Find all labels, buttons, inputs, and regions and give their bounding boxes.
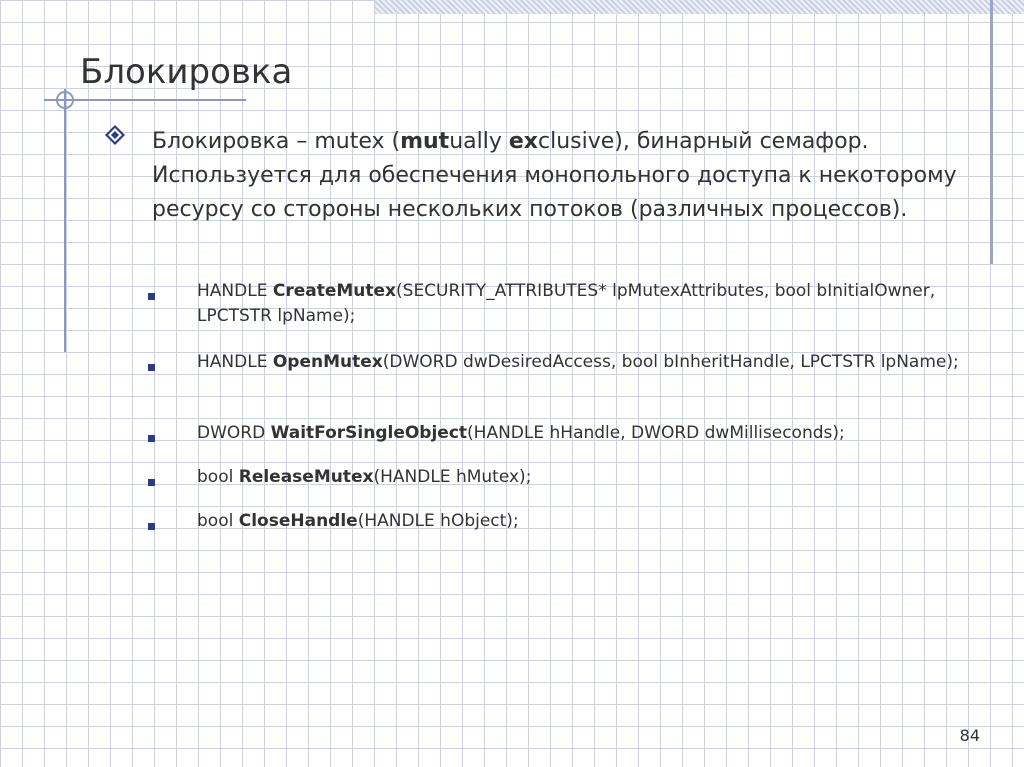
main-text-segment: Блокировка – mutex ( [152,129,401,154]
main-text-bold-segment: mut [400,129,450,154]
function-params: (HANDLE hMutex); [373,467,532,487]
square-bullet-icon [148,479,155,486]
title-underline [44,99,246,101]
list-item-wait-for-single-object: DWORD WaitForSingleObject(HANDLE hHandle… [197,421,977,446]
main-text-bold-segment: ex [508,129,538,154]
square-bullet-icon [148,523,155,530]
main-paragraph: Блокировка – mutex (mutually exclusive),… [152,125,992,227]
decorative-circle [56,91,74,109]
page-number: 84 [959,726,980,745]
main-text-segment: ually [449,129,509,154]
function-name: OpenMutex [272,352,383,372]
function-name: WaitForSingleObject [270,423,468,443]
function-name: ReleaseMutex [238,467,374,487]
function-name: CloseHandle [238,511,358,531]
diamond-bullet-icon [105,125,125,145]
slide-title: Блокировка [80,52,293,92]
top-decorative-band [375,0,1024,14]
square-bullet-icon [148,293,155,300]
return-type: HANDLE [197,281,273,301]
return-type: DWORD [197,423,271,443]
function-params: (HANDLE hHandle, DWORD dwMilliseconds); [467,423,845,443]
list-item-close-handle: bool CloseHandle(HANDLE hObject); [197,509,977,534]
left-decorative-line [64,89,66,352]
return-type: bool [197,467,239,487]
list-item-create-mutex: HANDLE CreateMutex(SECURITY_ATTRIBUTES* … [197,279,977,329]
function-name: CreateMutex [272,281,397,301]
return-type: bool [197,511,239,531]
square-bullet-icon [148,364,155,371]
list-item-release-mutex: bool ReleaseMutex(HANDLE hMutex); [197,465,977,490]
square-bullet-icon [148,435,155,442]
list-item-open-mutex: HANDLE OpenMutex(DWORD dwDesiredAccess, … [197,350,977,375]
return-type: HANDLE [197,352,273,372]
function-params: (HANDLE hObject); [357,511,519,531]
function-params: (DWORD dwDesiredAccess, bool bInheritHan… [382,352,959,372]
